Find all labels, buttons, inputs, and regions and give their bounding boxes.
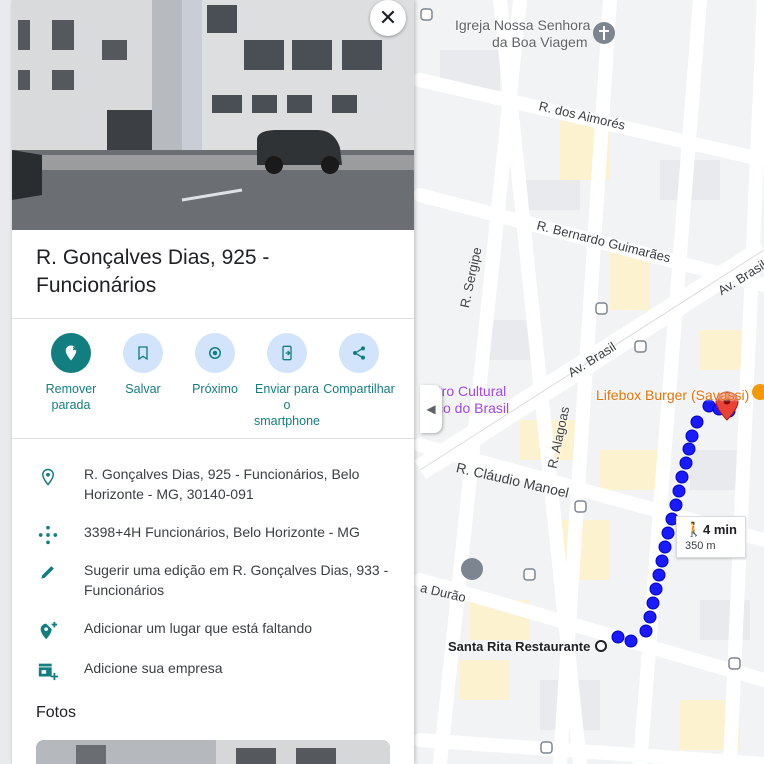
plus-code-text: 3398+4H Funcionários, Belo Horizonte - M… [84, 524, 360, 540]
add-place-icon [12, 618, 84, 642]
place-title: R. Gonçalves Dias, 925 - Funcionários [36, 246, 270, 297]
chevron-left-icon: ◀ [426, 402, 436, 416]
origin-marker [595, 640, 607, 652]
school-icon [461, 558, 483, 580]
nearby-button[interactable]: Próximo [179, 333, 251, 397]
map-label-lifebox[interactable]: Lifebox Burger (Savassi) [596, 387, 749, 403]
eta-time: 4 min [703, 522, 737, 537]
eta-callout[interactable]: 🚶 4 min 350 m [676, 516, 746, 558]
add-business-text: Adicione sua empresa [84, 660, 223, 676]
plus-code-icon [12, 522, 84, 546]
add-business-icon [12, 658, 84, 682]
photos-heading: Fotos [36, 704, 77, 721]
add-place-row[interactable]: Adicionar um lugar que está faltando [12, 618, 414, 642]
remove-stop-icon [51, 333, 91, 373]
photo-thumbnail[interactable] [36, 740, 390, 764]
share-icon [339, 333, 379, 373]
suggest-edit-row[interactable]: Sugerir uma edição em R. Gonçalves Dias,… [12, 560, 414, 600]
map-label-church[interactable]: Igreja Nossa Senhora [455, 17, 590, 33]
address-text: R. Gonçalves Dias, 925 - Funcionários, B… [84, 466, 360, 502]
address-row[interactable]: R. Gonçalves Dias, 925 - Funcionários, B… [12, 464, 414, 504]
plus-code-row[interactable]: 3398+4H Funcionários, Belo Horizonte - M… [12, 522, 414, 546]
collapse-panel-button[interactable]: ◀ [420, 385, 442, 433]
share-button[interactable]: Compartilhar [323, 333, 395, 397]
close-icon: ✕ [378, 5, 398, 30]
map-label-church-2[interactable]: da Boa Viagem [492, 34, 587, 50]
location-pin-icon [12, 464, 84, 488]
left-edge [0, 0, 12, 764]
suggest-edit-text: Sugerir uma edição em R. Gonçalves Dias,… [84, 562, 389, 598]
eta-distance: 350 m [685, 540, 716, 552]
send-to-phone-icon [267, 333, 307, 373]
share-label: Compartilhar [323, 382, 395, 396]
place-panel: ✕ R. Gonçalves Dias, 925 - Funcionários … [12, 0, 414, 764]
divider [12, 438, 414, 439]
add-business-row[interactable]: Adicione sua empresa [12, 658, 414, 682]
send-to-phone-button[interactable]: Enviar para o smartphone [251, 333, 323, 429]
remove-stop-button[interactable]: Remover parada [35, 333, 107, 413]
add-place-text: Adicionar um lugar que está faltando [84, 620, 313, 636]
save-button[interactable]: Salvar [107, 333, 179, 397]
street-view-photo[interactable] [12, 0, 414, 230]
map-label-cultural-2[interactable]: co do Brasil [436, 400, 509, 416]
bookmark-icon [123, 333, 163, 373]
pencil-icon [12, 560, 84, 582]
remove-stop-label: Remover parada [45, 382, 97, 412]
save-label: Salvar [125, 382, 161, 396]
send-to-phone-label: Enviar para o smartphone [253, 382, 320, 428]
map-label-santa-rita[interactable]: Santa Rita Restaurante [448, 639, 590, 654]
divider [12, 318, 414, 319]
nearby-label: Próximo [192, 382, 238, 396]
action-bar: Remover parada Salvar Próximo Enviar par… [36, 333, 396, 433]
walking-icon: 🚶 [685, 521, 703, 537]
nearby-icon [195, 333, 235, 373]
close-button[interactable]: ✕ [370, 0, 406, 36]
